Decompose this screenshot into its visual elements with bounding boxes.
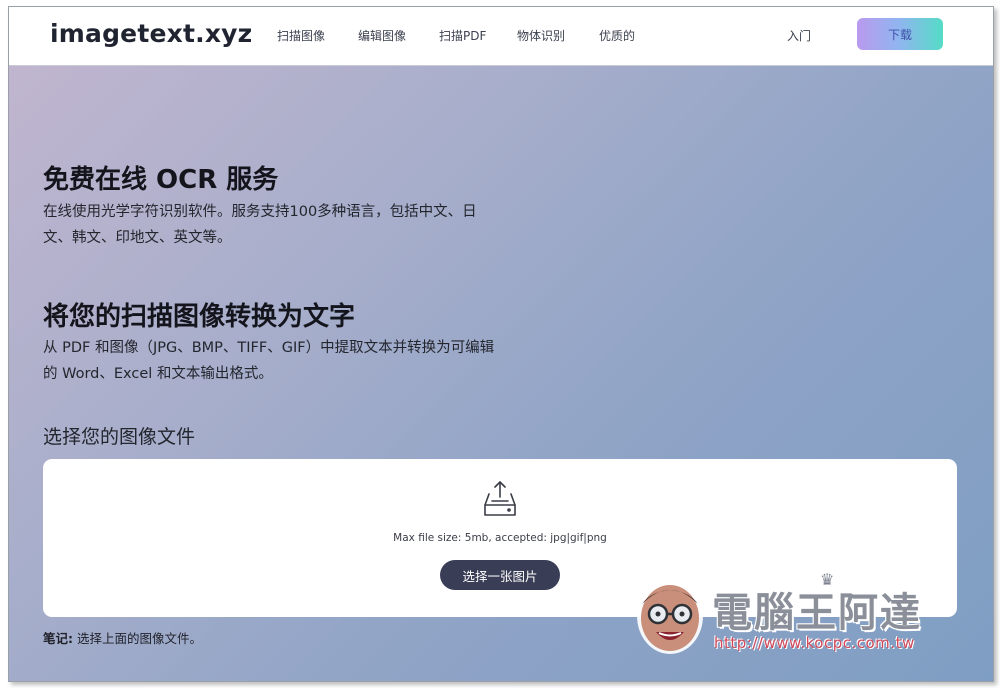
nav-link-scan-pdf[interactable]: 扫描PDF [439,27,486,44]
watermark-brand: 電腦王阿達 [712,590,922,636]
watermark-logo: ♛ 電腦王阿達 http://www.kocpc.com.tw [620,562,960,672]
watermark-url: http://www.kocpc.com.tw [714,634,915,652]
browser-viewport: imagetext.xyz 扫描图像 编辑图像 扫描PDF 物体识别 优质的 入… [8,6,994,682]
download-button[interactable]: 下载 [857,18,943,50]
nav-link-getting-started[interactable]: 入门 [787,27,811,44]
nav-link-object-recognition[interactable]: 物体识别 [517,27,565,44]
nav-link-edit-image[interactable]: 编辑图像 [358,27,406,44]
cartoon-mascot-icon [637,578,703,654]
note-text: 笔记: 选择上面的图像文件。 [43,628,202,647]
hero-description-ocr: 在线使用光学字符识别软件。服务支持100多种语言，包括中文、日文、韩文、印地文、… [43,204,477,246]
hero-description-convert: 从 PDF 和图像（JPG、BMP、TIFF、GIF）中提取文本并转换为可编辑的… [43,340,495,382]
note-label: 笔记: [43,631,73,646]
upload-hint-text: Max file size: 5mb, accepted: jpg|gif|pn… [393,532,607,544]
hero-title-convert: 将您的扫描图像转换为文字 [43,302,356,332]
site-logo[interactable]: imagetext.xyz [50,19,252,48]
choose-image-button[interactable]: 选择一张图片 [440,560,560,590]
top-navbar: imagetext.xyz 扫描图像 编辑图像 扫描PDF 物体识别 优质的 入… [9,7,993,66]
nav-link-premium[interactable]: 优质的 [599,27,635,44]
note-body: 选择上面的图像文件。 [73,631,202,646]
select-file-label: 选择您的图像文件 [43,426,196,448]
inbox-upload-icon [484,481,516,516]
hero-title-ocr: 免费在线 OCR 服务 [43,165,279,195]
nav-link-scan-image[interactable]: 扫描图像 [277,27,325,44]
